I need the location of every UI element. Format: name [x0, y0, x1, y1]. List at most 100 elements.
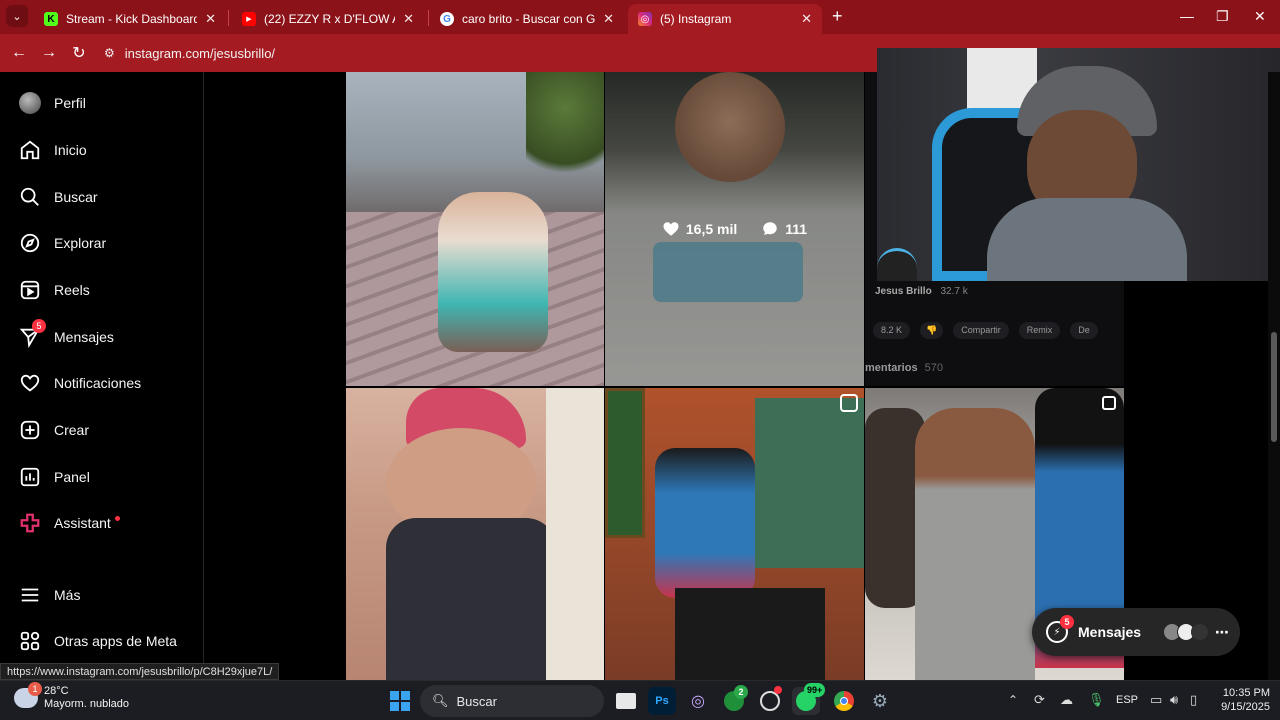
new-tab-icon[interactable]: + [832, 6, 843, 27]
close-window-icon[interactable]: ✕ [1254, 8, 1266, 25]
whatsapp-icon[interactable]: 99+ [792, 683, 826, 715]
compass-icon [18, 231, 42, 255]
clock-date: 9/15/2025 [1221, 701, 1270, 713]
microphone-icon[interactable]: 🎙︎ [1088, 692, 1105, 708]
link-status-bubble: https://www.instagram.com/jesusbrillo/p/… [0, 663, 280, 680]
sidebar-item-assistant[interactable]: Assistant [18, 508, 120, 538]
sidebar-item-inicio[interactable]: Inicio [18, 135, 87, 165]
clock[interactable]: 10:35 PM 9/15/2025 [1210, 686, 1270, 714]
close-tab-icon[interactable]: ✕ [793, 11, 812, 27]
photo-painting [605, 388, 645, 538]
avatar [1191, 623, 1210, 641]
language-indicator[interactable]: ESP [1116, 694, 1138, 706]
tab-search-chevron-icon[interactable]: ⌄ [6, 5, 28, 27]
back-icon[interactable]: ← [8, 42, 30, 64]
obs-icon[interactable] [756, 686, 784, 715]
weather-temp: 28°C [44, 685, 69, 697]
reload-icon[interactable]: ↻ [68, 42, 90, 64]
reels-icon [18, 278, 42, 302]
tab-kick-dashboard[interactable]: K Stream - Kick Dashboard ✕ [34, 4, 226, 34]
onedrive-icon[interactable]: ☁ [1060, 692, 1073, 708]
url-field[interactable]: ⚙ instagram.com/jesusbrillo/ [104, 40, 1004, 66]
messages-floating-button[interactable]: ⚡ 5 Mensajes ⋯ [1032, 608, 1240, 656]
like-count: 8.2 K [873, 322, 911, 339]
cam-person-shirt [987, 198, 1187, 281]
post-hover-stats: 16,5 mil 111 [605, 72, 864, 386]
volume-icon[interactable]: 🔊︎ [1170, 692, 1178, 708]
tray-sync-icon[interactable]: ⟳ [1034, 692, 1045, 708]
sidebar-item-perfil[interactable]: Perfil [18, 88, 86, 118]
close-tab-icon[interactable]: ✕ [595, 11, 614, 27]
sidebar-item-mensajes[interactable]: 5 Mensajes [18, 319, 114, 352]
minimize-icon[interactable]: — [1180, 8, 1194, 24]
reel-icon [840, 394, 858, 412]
sidebar-item-otras-apps[interactable]: Otras apps de Meta [18, 626, 177, 656]
taskbar-search-box[interactable]: 🔍︎ Buscar [420, 685, 604, 717]
comments-total: 570 [924, 362, 943, 374]
display-icon[interactable]: ▭ [1150, 692, 1162, 708]
forward-icon[interactable]: → [38, 42, 60, 64]
likes-count: 16,5 mil [685, 221, 738, 237]
more-dots-icon[interactable]: ⋯ [1215, 624, 1229, 641]
settings-icon[interactable]: ⚙ [866, 687, 894, 715]
post-thumbnail[interactable] [346, 72, 604, 386]
multi-post-icon [1102, 396, 1116, 410]
download-label: De [1070, 322, 1098, 339]
xbox-icon[interactable]: 2 [720, 685, 748, 715]
sidebar-item-buscar[interactable]: Buscar [18, 182, 98, 212]
photo-equipment [675, 588, 825, 680]
comments-heading: mentarios 570 [865, 362, 943, 374]
tray-chevron-icon[interactable]: ⌃ [1008, 693, 1018, 707]
tab-title: caro brito - Buscar con Google [462, 12, 596, 26]
site-info-icon[interactable]: ⚙ [104, 46, 115, 60]
whatsapp-badge: 99+ [804, 683, 826, 697]
app-icon[interactable]: ◎ [684, 687, 712, 715]
clock-time: 10:35 PM [1222, 687, 1270, 699]
taskbar-search-placeholder: Buscar [456, 693, 497, 709]
tab-title: (5) Instagram [660, 12, 732, 26]
tab-youtube[interactable]: ▶ (22) EZZY R x D'FLOW AKA LA M ✕ [232, 4, 424, 34]
photoshop-icon[interactable]: Ps [648, 687, 676, 715]
sidebar-item-panel[interactable]: Panel [18, 462, 90, 492]
weather-desc: Mayorm. nublado [44, 698, 129, 710]
plus-square-icon [18, 418, 42, 442]
sidebar-item-explorar[interactable]: Explorar [18, 228, 106, 258]
sidebar-item-mas[interactable]: Más [18, 580, 80, 610]
windows-start-icon[interactable] [386, 687, 414, 715]
weather-widget[interactable]: 1 28°C Mayorm. nublado [14, 682, 129, 711]
conversation-avatars [1163, 623, 1210, 641]
chrome-icon[interactable] [830, 687, 858, 715]
sidebar-item-label: Notificaciones [54, 375, 142, 391]
channel-name: Jesus Brillo [875, 286, 932, 297]
scrollbar-thumb[interactable] [1271, 332, 1277, 442]
close-tab-icon[interactable]: ✕ [197, 11, 216, 27]
search-icon: 🔍︎ [432, 693, 449, 708]
photo-door [755, 398, 864, 568]
weather-alert-badge: 1 [28, 682, 42, 696]
heart-icon [18, 371, 42, 395]
share-label: Compartir [953, 322, 1009, 339]
tab-google-search[interactable]: G caro brito - Buscar con Google ✕ [430, 4, 624, 34]
windows-taskbar: 1 28°C Mayorm. nublado 🔍︎ Buscar Ps ◎ 2 … [0, 680, 1280, 720]
tab-instagram[interactable]: ◎ (5) Instagram ✕ [628, 4, 822, 34]
likes-stat: 16,5 mil [662, 220, 737, 238]
comment-filled-icon [763, 222, 778, 235]
webcam-overlay [877, 48, 1280, 281]
sidebar-item-notificaciones[interactable]: Notificaciones [18, 368, 141, 398]
tab-title: Stream - Kick Dashboard [66, 12, 198, 26]
maximize-icon[interactable]: ❐ [1216, 8, 1229, 25]
post-thumbnail[interactable] [346, 388, 604, 680]
post-thumbnail-hover[interactable]: 16,5 mil 111 [605, 72, 864, 386]
sidebar-item-crear[interactable]: Crear [18, 415, 89, 445]
battery-icon[interactable]: ▯ [1190, 692, 1197, 708]
photo-palm [526, 72, 604, 192]
page-scrollbar[interactable] [1268, 72, 1280, 680]
assistant-icon [18, 511, 42, 535]
remix-label: Remix [1018, 322, 1061, 339]
sidebar-item-label: Reels [54, 282, 90, 298]
file-explorer-icon[interactable] [612, 687, 640, 715]
post-thumbnail-reel[interactable] [605, 388, 864, 680]
sidebar-item-reels[interactable]: Reels [18, 275, 90, 305]
sidebar-item-label: Explorar [54, 235, 107, 251]
close-tab-icon[interactable]: ✕ [395, 11, 414, 27]
